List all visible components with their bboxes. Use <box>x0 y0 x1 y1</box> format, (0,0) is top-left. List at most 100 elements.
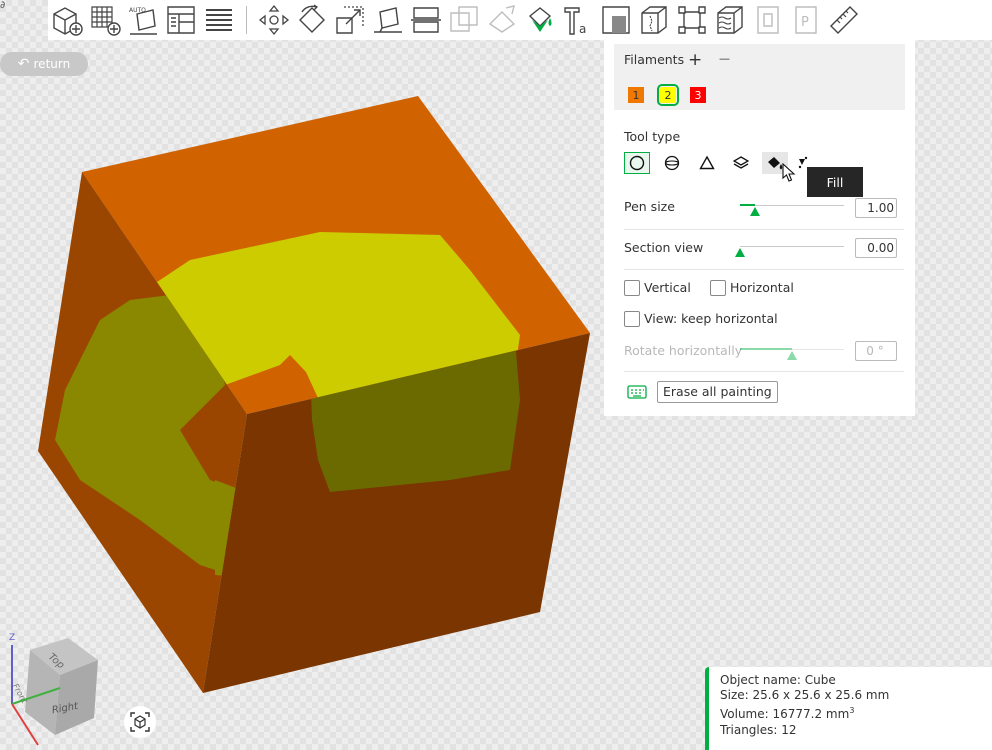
top-toolbar: AUTO a P <box>48 0 992 40</box>
object-info-panel: Object name: Cube Size: 25.6 x 25.6 x 25… <box>705 667 992 750</box>
boolean-icon <box>450 6 478 32</box>
simplify-icon <box>678 6 706 34</box>
fuzzy-skin-icon <box>717 6 743 34</box>
svg-text:P: P <box>801 15 809 30</box>
arrange-button[interactable] <box>86 1 124 39</box>
support-paint-button[interactable] <box>483 1 521 39</box>
z-axis-label: Z <box>9 633 15 643</box>
add-filament-button[interactable]: + <box>688 50 702 70</box>
section-view-input[interactable]: 0.00 <box>855 238 897 258</box>
return-label: return <box>33 57 71 71</box>
filament-swatch-2[interactable]: 2 <box>657 84 679 106</box>
cut-icon <box>411 7 441 33</box>
rotate-button[interactable] <box>293 1 331 39</box>
view-navigation-cube[interactable]: Top Right Front Z <box>9 633 98 746</box>
sphere-brush-icon <box>664 155 680 171</box>
rotate-icon <box>299 4 325 33</box>
toolbar-separator <box>246 6 247 34</box>
rotate-horizontally-label: Rotate horizontally <box>624 343 743 358</box>
color-paint-button[interactable] <box>521 1 559 39</box>
measure-icon <box>830 6 858 34</box>
window-edge: ∂ <box>0 0 6 11</box>
filament-swatch-1[interactable]: 1 <box>628 87 644 103</box>
emboss-icon <box>602 6 630 34</box>
circle-brush-button[interactable] <box>624 152 650 174</box>
return-arrow-icon: ↶ <box>17 56 30 72</box>
fit-view-button[interactable] <box>124 706 156 738</box>
circle-brush-icon <box>629 155 645 171</box>
filaments-section: Filaments + — 1 2 3 <box>614 44 905 110</box>
color-paint-icon <box>528 7 552 32</box>
filament-2-label: 2 <box>664 88 672 102</box>
tool-type-label: Tool type <box>624 129 681 144</box>
vertical-checkbox[interactable] <box>624 280 640 296</box>
triangle-brush-icon <box>699 155 715 170</box>
filament-swatch-3[interactable]: 3 <box>690 87 706 103</box>
seam-paint-icon <box>641 6 667 34</box>
svg-text:a: a <box>579 22 586 36</box>
remove-filament-button[interactable]: — <box>719 52 730 65</box>
variable-layer-button[interactable] <box>749 1 787 39</box>
mouse-cursor-icon <box>782 163 796 182</box>
lay-on-face-icon <box>374 7 402 33</box>
object-volume-value: Volume: 16777.2 mm <box>720 707 850 722</box>
lay-on-face-button[interactable] <box>369 1 407 39</box>
keyboard-shortcuts-icon[interactable] <box>627 385 647 399</box>
divider <box>624 269 904 270</box>
add-object-button[interactable] <box>48 1 86 39</box>
triangle-brush-button[interactable] <box>694 152 720 174</box>
boolean-button[interactable] <box>445 1 483 39</box>
fill-tooltip: Fill <box>807 167 863 197</box>
text-icon: a <box>564 7 586 36</box>
erase-all-painting-button[interactable]: Erase all painting <box>657 381 778 403</box>
divider <box>624 229 904 230</box>
return-button[interactable]: ↶ return <box>0 52 88 76</box>
divider <box>624 371 904 372</box>
split-to-parts-icon <box>206 9 232 31</box>
horizontal-label: Horizontal <box>730 280 794 295</box>
measure-button[interactable] <box>825 1 863 39</box>
filament-1-label: 1 <box>632 88 640 102</box>
move-button[interactable] <box>255 1 293 39</box>
section-view-label: Section view <box>624 240 704 255</box>
keep-horizontal-checkbox[interactable] <box>624 311 640 327</box>
arrange-grid-icon <box>91 6 121 36</box>
height-range-button[interactable] <box>728 152 754 174</box>
support-paint-icon <box>488 5 516 33</box>
assembly-view-icon: P <box>795 6 817 34</box>
horizontal-checkbox[interactable] <box>710 280 726 296</box>
layout-button[interactable] <box>162 1 200 39</box>
simplify-button[interactable] <box>673 1 711 39</box>
object-size: Size: 25.6 x 25.6 x 25.6 mm <box>720 688 890 703</box>
text-button[interactable]: a <box>559 1 597 39</box>
object-name: Object name: Cube <box>720 673 836 687</box>
variable-layer-icon <box>757 6 779 34</box>
volume-unit-superscript: 3 <box>849 706 855 716</box>
keep-horizontal-label: View: keep horizontal <box>644 311 778 326</box>
sphere-brush-button[interactable] <box>659 152 685 174</box>
vertical-label: Vertical <box>644 280 691 295</box>
paint-tool-panel: Filaments + — 1 2 3 Tool type Pen size 1… <box>604 40 915 416</box>
filaments-title: Filaments <box>624 52 685 67</box>
object-triangles: Triangles: 12 <box>720 722 797 737</box>
auto-orient-button[interactable]: AUTO <box>124 1 162 39</box>
seam-paint-button[interactable] <box>635 1 673 39</box>
layout-icon <box>167 6 195 34</box>
cut-button[interactable] <box>407 1 445 39</box>
fit-view-icon <box>130 712 150 732</box>
split-parts-button[interactable] <box>200 1 238 39</box>
move-icon <box>258 4 290 36</box>
scale-icon <box>336 6 364 34</box>
fuzzy-skin-button[interactable] <box>711 1 749 39</box>
object-volume: Volume: 16777.2 mm3 <box>720 703 992 722</box>
height-range-icon <box>733 156 749 169</box>
filament-3-label: 3 <box>694 88 702 102</box>
rotate-horizontally-input[interactable]: 0 ° <box>855 341 897 361</box>
assembly-view-button[interactable]: P <box>787 1 825 39</box>
emboss-button[interactable] <box>597 1 635 39</box>
scale-button[interactable] <box>331 1 369 39</box>
add-object-icon <box>53 7 83 36</box>
pen-size-input[interactable]: 1.00 <box>855 198 897 218</box>
pen-size-label: Pen size <box>624 199 675 214</box>
auto-orient-icon: AUTO <box>129 7 157 35</box>
